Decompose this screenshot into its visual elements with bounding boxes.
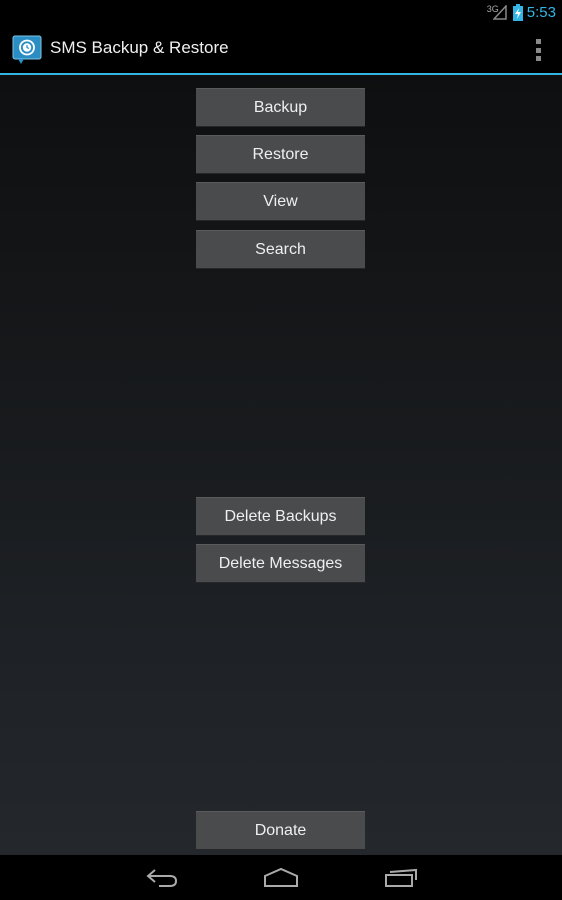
delete-messages-button[interactable]: Delete Messages <box>196 544 365 583</box>
main-content: Backup Restore View Search Delete Backup… <box>0 75 562 855</box>
battery-charging-icon <box>512 4 523 21</box>
view-button[interactable]: View <box>196 182 365 221</box>
app-logo-icon <box>12 35 42 64</box>
status-bar: 3G 5:53 <box>0 0 562 25</box>
signal-icon: 3G <box>487 3 509 23</box>
donate-button[interactable]: Donate <box>196 811 365 850</box>
app-title: SMS Backup & Restore <box>50 38 229 57</box>
delete-backups-button[interactable]: Delete Backups <box>196 497 365 536</box>
backup-button[interactable]: Backup <box>196 88 365 127</box>
search-button[interactable]: Search <box>196 230 365 269</box>
clock: 5:53 <box>526 4 556 21</box>
back-icon[interactable] <box>145 866 179 890</box>
recent-apps-icon[interactable] <box>384 866 418 890</box>
action-bar: SMS Backup & Restore <box>0 25 562 75</box>
restore-button[interactable]: Restore <box>196 135 365 174</box>
navigation-bar <box>0 855 562 900</box>
home-icon[interactable] <box>263 866 299 890</box>
overflow-menu-icon[interactable] <box>534 39 542 61</box>
